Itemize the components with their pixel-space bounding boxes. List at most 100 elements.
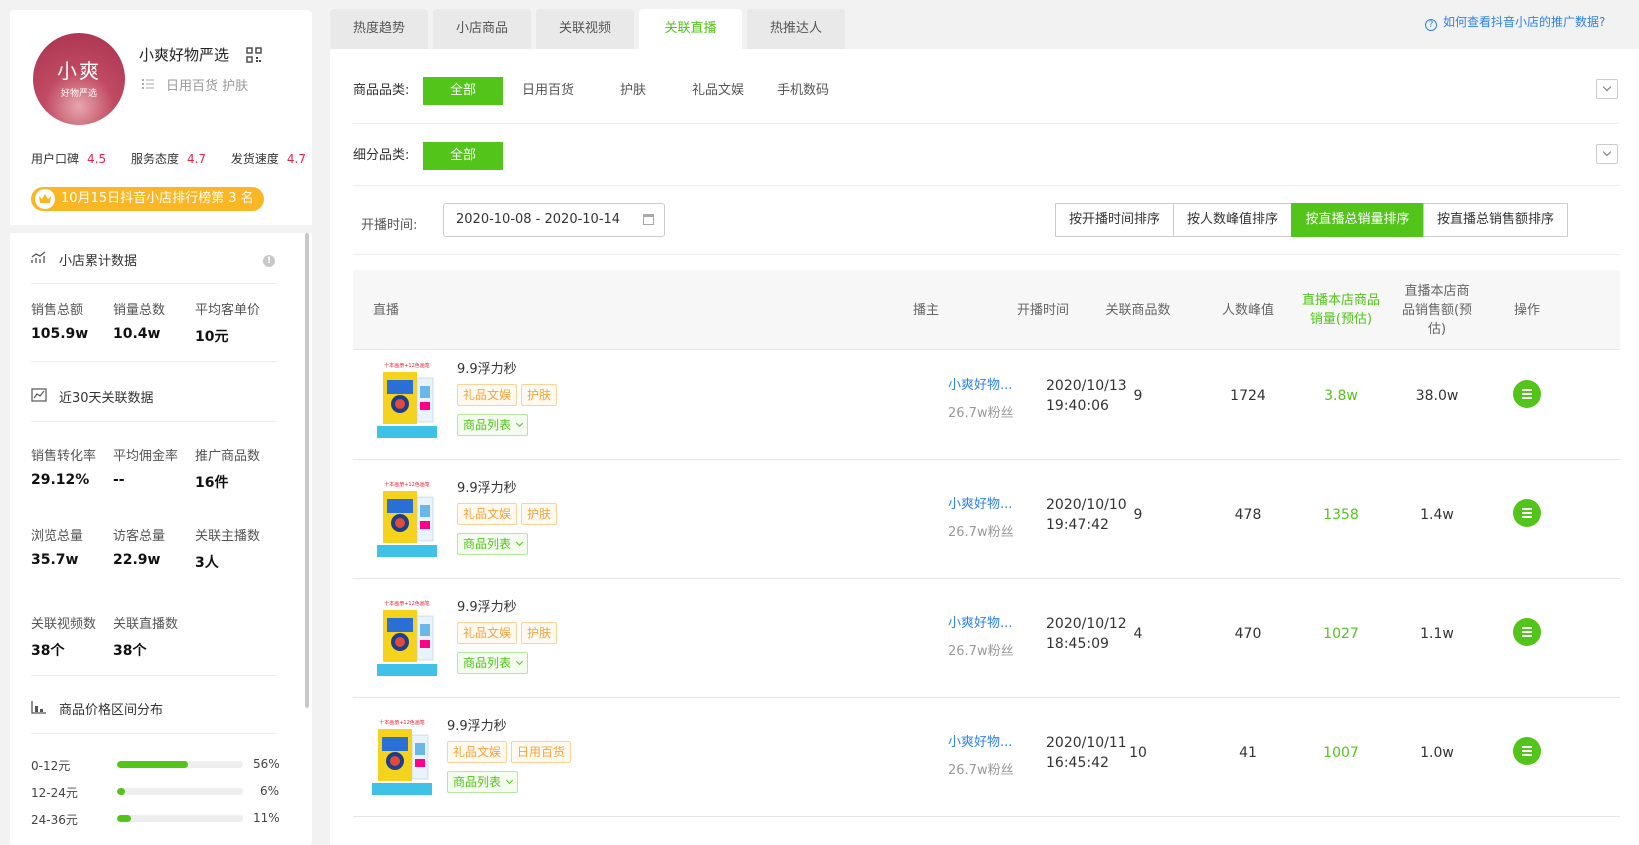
detail-menu-button[interactable]: [1513, 499, 1541, 527]
anchor-name-link[interactable]: 小爽好物...: [948, 731, 1012, 750]
live-title[interactable]: 9.9浮力秒: [457, 477, 517, 496]
sales-amount: 1.0w: [1420, 745, 1454, 761]
main-content: 商品品类: 全部 日用百货 护肤 礼品文娱 手机数码 细分品类: 全部 开播时间…: [330, 49, 1639, 845]
stat-conversion: 销售转化率 29.12%: [31, 445, 96, 488]
crown-icon: [35, 189, 55, 209]
stat-value: --: [113, 472, 125, 488]
goods-count: 9: [1133, 388, 1143, 404]
bar-chart-icon: [31, 701, 46, 714]
sort-by-start-time-button[interactable]: 按开播时间排序: [1055, 203, 1174, 237]
anchor-name-link[interactable]: 小爽好物...: [948, 612, 1012, 631]
price-dist-bar: [117, 761, 243, 768]
expand-subcategories-button[interactable]: [1596, 144, 1618, 164]
chevron-down-icon: [515, 419, 524, 428]
divider: [353, 185, 1620, 186]
category-chip-skincare[interactable]: 护肤: [593, 77, 673, 105]
chevron-down-icon: [515, 657, 524, 666]
chevron-down-icon: [505, 776, 514, 785]
anchor-name-link[interactable]: 小爽好物...: [948, 493, 1012, 512]
stat-label: 关联直播数: [113, 617, 179, 632]
detail-menu-button[interactable]: [1513, 618, 1541, 646]
product-list-dropdown[interactable]: 商品列表: [457, 533, 529, 555]
sidebar-scrollbar[interactable]: [305, 233, 309, 708]
chevron-down-icon: [515, 538, 524, 547]
stat-value: 105.9w: [31, 326, 89, 342]
stat-label: 推广商品数: [195, 449, 261, 464]
stat-commission: 平均佣金率 --: [113, 445, 178, 488]
divider: [31, 675, 277, 676]
product-list-dropdown[interactable]: 商品列表: [457, 414, 529, 436]
anchor-fans: 26.7w粉丝: [948, 644, 1014, 659]
tab-heat-trend[interactable]: 热度趋势: [330, 9, 428, 49]
stat-label: 关联主播数: [195, 529, 261, 544]
stat-value: 38个: [31, 643, 65, 659]
divider: [31, 283, 277, 284]
info-icon[interactable]: !: [263, 255, 275, 267]
product-list-dropdown[interactable]: 商品列表: [447, 771, 519, 793]
shop-ratings: 用户口碑 4.5 服务态度 4.7 发货速度 4.7: [31, 150, 312, 167]
sales-volume: 1358: [1323, 507, 1359, 523]
live-thumbnail[interactable]: 十本画册+12色画笔: [377, 358, 437, 438]
price-dist-percent: 11%: [253, 811, 280, 825]
date-range-value: 2020-10-08 - 2020-10-14: [456, 212, 621, 227]
table-row: 十本画册+12色画笔 9.9浮力秒 礼品文娱 护肤 商品列表 小爽好物... 2…: [353, 455, 1620, 579]
stat-value: 38个: [113, 643, 147, 659]
sort-by-peak-button[interactable]: 按人数峰值排序: [1173, 203, 1292, 237]
category-tag: 礼品文娱: [457, 384, 518, 406]
help-link-text: 如何查看抖音小店的推广数据?: [1443, 15, 1606, 29]
product-list-dropdown[interactable]: 商品列表: [457, 652, 529, 674]
subcategory-chip-all[interactable]: 全部: [423, 142, 503, 170]
category-chip-all[interactable]: 全部: [423, 77, 503, 105]
category-tag: 护肤: [521, 384, 558, 406]
rating-value: 4.5: [87, 152, 107, 166]
subcategory-filter-label: 细分品类:: [353, 148, 410, 163]
svg-text:十本画册+12色画笔: 十本画册+12色画笔: [384, 481, 430, 488]
tab-hot-influencers[interactable]: 热推达人: [747, 9, 845, 49]
price-range-label: 24-36元: [31, 813, 78, 827]
detail-menu-button[interactable]: [1513, 737, 1541, 765]
stat-total-volume: 销量总数 10.4w: [113, 299, 165, 342]
stat-value: 35.7w: [31, 552, 79, 568]
sort-by-sales-amount-button[interactable]: 按直播总销售额排序: [1423, 203, 1568, 237]
live-title[interactable]: 9.9浮力秒: [447, 715, 507, 734]
start-clock: 18:45:09: [1046, 636, 1109, 652]
live-title[interactable]: 9.9浮力秒: [457, 358, 517, 377]
category-chip-daily[interactable]: 日用百货: [508, 77, 588, 105]
section-title-text: 商品价格区间分布: [59, 703, 164, 718]
category-chip-gifts[interactable]: 礼品文娱: [678, 77, 758, 105]
sales-amount: 1.4w: [1420, 507, 1454, 523]
price-dist-row: 12-24元 6%: [31, 784, 281, 800]
price-dist-percent: 6%: [259, 784, 279, 798]
price-range-label: 12-24元: [31, 786, 78, 800]
sort-button-group: 按开播时间排序 按人数峰值排序 按直播总销量排序 按直播总销售额排序: [1055, 203, 1568, 237]
live-thumbnail[interactable]: 十本画册+12色画笔: [377, 477, 437, 557]
expand-categories-button[interactable]: [1596, 79, 1618, 99]
sort-by-sales-volume-button[interactable]: 按直播总销量排序: [1291, 203, 1424, 237]
stat-lives: 关联直播数 38个: [113, 613, 178, 660]
stat-value: 29.12%: [31, 472, 90, 488]
anchor-name-link[interactable]: 小爽好物...: [948, 374, 1012, 393]
start-clock: 19:40:06: [1046, 398, 1109, 414]
live-thumbnail[interactable]: 十本画册+12色画笔: [377, 596, 437, 676]
qr-code-icon[interactable]: [246, 47, 262, 63]
category-chip-digital[interactable]: 手机数码: [763, 77, 843, 105]
rating-value: 4.7: [186, 152, 207, 166]
stat-label: 关联视频数: [31, 617, 97, 632]
help-link[interactable]: ? 如何查看抖音小店的推广数据?: [1425, 13, 1605, 31]
category-tag: 礼品文娱: [457, 503, 518, 525]
table-row: 十本画册+12色画笔 9.9浮力秒 礼品文娱 护肤 商品列表 小爽好物... 2…: [353, 574, 1620, 698]
cumulative-section-title: 小店累计数据: [31, 250, 137, 269]
tab-related-videos[interactable]: 关联视频: [536, 9, 634, 49]
rank-badge[interactable]: 10月15日抖音小店排行榜第 3 名: [31, 187, 264, 211]
detail-menu-button[interactable]: [1513, 380, 1541, 408]
live-title[interactable]: 9.9浮力秒: [457, 596, 517, 615]
tab-related-lives[interactable]: 关联直播: [639, 9, 742, 49]
stat-value: 22.9w: [113, 552, 161, 568]
tab-shop-goods[interactable]: 小店商品: [433, 9, 531, 49]
category-tag: 礼品文娱: [457, 622, 518, 644]
stat-value: 3人: [195, 555, 219, 571]
divider: [31, 361, 277, 362]
live-thumbnail[interactable]: 十本画册+12色画笔: [372, 715, 432, 795]
date-range-input[interactable]: 2020-10-08 - 2020-10-14: [443, 203, 665, 237]
category-tag: 日用百货: [511, 741, 572, 763]
